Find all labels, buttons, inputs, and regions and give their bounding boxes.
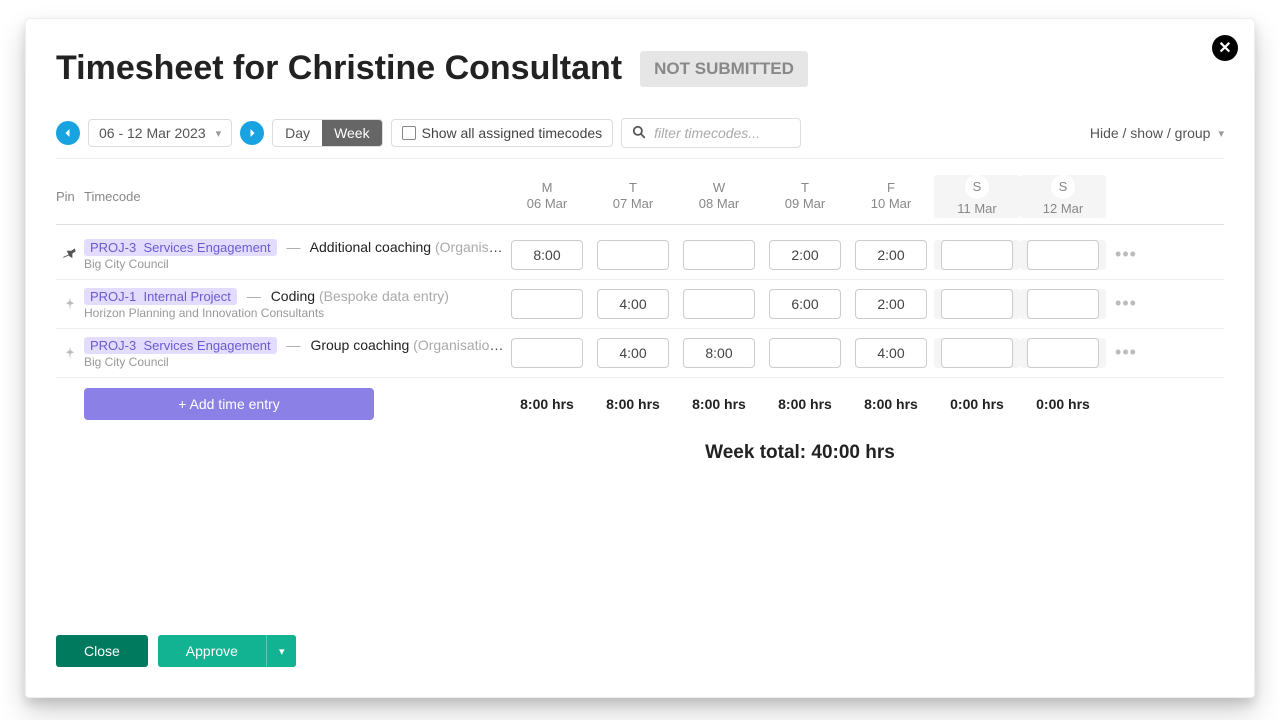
view-week-button[interactable]: Week [322,120,382,146]
week-total: Week total: 40:00 hrs [376,442,1224,464]
add-time-entry-button[interactable]: + Add time entry [84,388,374,420]
status-badge: NOT SUBMITTED [640,51,808,87]
time-input[interactable] [511,240,583,270]
row-menu-button[interactable]: ••• [1106,342,1146,363]
show-all-label: Show all assigned timecodes [422,125,603,141]
time-input[interactable] [683,289,755,319]
time-input[interactable] [941,338,1013,368]
time-input[interactable] [683,240,755,270]
time-input[interactable] [855,240,927,270]
search-icon [632,125,646,142]
col-pin: Pin [56,189,84,204]
time-input[interactable] [1027,240,1099,270]
time-input[interactable] [597,240,669,270]
chevron-down-icon: ▾ [279,645,285,658]
chevron-down-icon: ▾ [216,127,222,140]
time-input[interactable] [1027,289,1099,319]
col-day-1: T07 Mar [590,180,676,214]
table-row: PROJ-3 Services Engagement — Group coach… [56,329,1224,378]
date-range-picker[interactable]: 06 - 12 Mar 2023 ▾ [88,119,232,147]
close-button[interactable]: Close [56,635,148,667]
date-range-label: 06 - 12 Mar 2023 [99,125,206,141]
chevron-down-icon: ▾ [1218,127,1224,140]
row-menu-button[interactable]: ••• [1106,293,1146,314]
col-day-0: M06 Mar [504,180,590,214]
hide-show-label: Hide / show / group [1090,125,1211,141]
day-total: 0:00 hrs [1020,396,1106,412]
checkbox-icon [402,126,416,140]
view-toggle: Day Week [272,119,382,147]
day-total: 8:00 hrs [762,396,848,412]
time-input[interactable] [855,289,927,319]
time-input[interactable] [1027,338,1099,368]
col-day-5: S11 Mar [934,175,1020,218]
table-row: PROJ-3 Services Engagement — Additional … [56,231,1224,280]
table-row: PROJ-1 Internal Project — Coding (Bespok… [56,280,1224,329]
timecode-cell: PROJ-3 Services Engagement — Group coach… [84,337,504,369]
approve-button[interactable]: Approve [158,635,266,667]
col-day-4: F10 Mar [848,180,934,214]
row-menu-button[interactable]: ••• [1106,244,1146,265]
col-day-2: W08 Mar [676,180,762,214]
next-week-button[interactable] [240,121,264,145]
view-day-button[interactable]: Day [273,120,322,146]
close-icon[interactable]: ✕ [1212,35,1238,61]
day-total: 8:00 hrs [504,396,590,412]
day-total: 0:00 hrs [934,396,1020,412]
filter-timecodes-field[interactable] [621,118,801,148]
col-day-6: S12 Mar [1020,175,1106,218]
time-input[interactable] [597,338,669,368]
timecode-cell: PROJ-1 Internal Project — Coding (Bespok… [84,288,504,320]
pin-toggle[interactable] [56,296,84,312]
approve-dropdown-button[interactable]: ▾ [266,635,297,667]
day-total: 8:00 hrs [676,396,762,412]
pin-toggle[interactable] [56,345,84,361]
filter-input[interactable] [652,124,782,142]
time-input[interactable] [511,289,583,319]
page-title: Timesheet for Christine Consultant [56,49,622,88]
time-input[interactable] [769,289,841,319]
time-input[interactable] [941,240,1013,270]
prev-week-button[interactable] [56,121,80,145]
day-total: 8:00 hrs [590,396,676,412]
time-input[interactable] [769,240,841,270]
time-input[interactable] [769,338,841,368]
time-input[interactable] [597,289,669,319]
hide-show-group-menu[interactable]: Hide / show / group ▾ [1090,125,1224,141]
col-day-3: T09 Mar [762,180,848,214]
timecode-cell: PROJ-3 Services Engagement — Additional … [84,239,504,271]
show-all-timecodes-checkbox[interactable]: Show all assigned timecodes [391,119,614,147]
time-input[interactable] [683,338,755,368]
time-input[interactable] [855,338,927,368]
day-total: 8:00 hrs [848,396,934,412]
time-input[interactable] [941,289,1013,319]
pin-toggle[interactable] [56,247,84,263]
col-timecode: Timecode [84,189,504,204]
time-input[interactable] [511,338,583,368]
